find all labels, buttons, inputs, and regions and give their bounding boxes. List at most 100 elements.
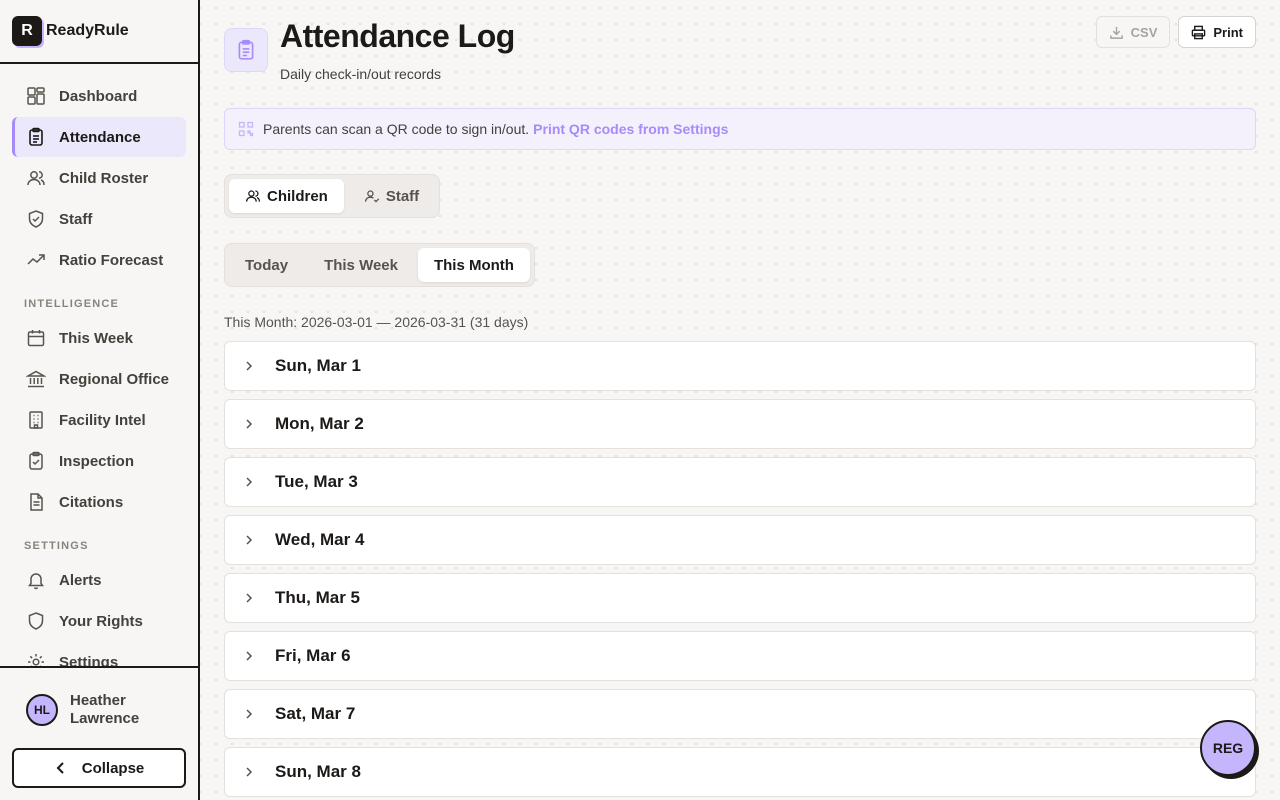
sidebar-item-regional-office[interactable]: Regional Office	[12, 359, 186, 399]
clipboard-icon	[29, 127, 43, 146]
brand[interactable]: R ReadyRule	[0, 0, 198, 64]
sidebar-item-dashboard[interactable]: Dashboard	[12, 76, 186, 116]
brand-name: ReadyRule	[46, 22, 129, 39]
chevron-right-icon	[246, 651, 253, 661]
chevron-right-icon	[246, 593, 253, 603]
bank-icon	[26, 370, 46, 388]
csv-export-button[interactable]: CSV	[1095, 16, 1171, 48]
user-profile[interactable]: HL Heather Lawrence	[0, 668, 198, 728]
sidebar-nav: Dashboard Attendance Child Roster Staff …	[12, 76, 186, 666]
users-icon	[27, 171, 45, 186]
users-icon	[245, 190, 261, 202]
sidebar-item-label: Your Rights	[59, 612, 143, 630]
day-label: Sun, Mar 8	[275, 762, 361, 781]
reg-floating-button[interactable]: REG	[1200, 720, 1256, 776]
collapse-label: Collapse	[81, 759, 145, 777]
qr-notice: Parents can scan a QR code to sign in/ou…	[224, 108, 1256, 150]
tab-today[interactable]: Today	[229, 248, 304, 282]
day-label: Tue, Mar 3	[275, 472, 358, 491]
main-content: Attendance Log Daily check-in/out record…	[224, 0, 1256, 800]
day-row[interactable]: Sat, Mar 7	[224, 689, 1256, 739]
day-row[interactable]: Sun, Mar 8	[224, 747, 1256, 797]
tab-staff[interactable]: Staff	[348, 179, 435, 213]
people-tabs: Children Staff	[224, 174, 441, 218]
chevron-right-icon	[246, 419, 253, 429]
gear-icon	[28, 654, 44, 666]
sidebar-item-your-rights[interactable]: Your Rights	[12, 601, 186, 641]
sidebar-item-child-roster[interactable]: Child Roster	[12, 158, 186, 198]
clipboard-check-icon	[29, 451, 43, 470]
chevron-right-icon	[246, 535, 253, 545]
document-icon	[30, 493, 43, 511]
brand-logo: R	[12, 16, 42, 46]
sidebar-item-staff[interactable]: Staff	[12, 199, 186, 239]
chevron-right-icon	[246, 361, 253, 371]
sidebar-item-label: Citations	[59, 493, 124, 511]
dashboard-icon	[27, 87, 45, 105]
day-row[interactable]: Fri, Mar 6	[224, 631, 1256, 681]
sidebar-item-this-week[interactable]: This Week	[12, 318, 186, 358]
sidebar-item-label: Alerts	[59, 571, 102, 589]
day-row[interactable]: Tue, Mar 3	[224, 457, 1256, 507]
avatar: HL	[26, 694, 58, 726]
sidebar-item-attendance[interactable]: Attendance	[12, 117, 186, 157]
day-label: Fri, Mar 6	[275, 646, 351, 665]
print-label: Print	[1213, 24, 1243, 40]
clipboard-icon	[238, 39, 254, 60]
csv-label: CSV	[1130, 24, 1158, 40]
page-subtitle: Daily check-in/out records	[280, 66, 442, 82]
page-header-icon	[224, 28, 268, 72]
trending-up-icon	[27, 254, 45, 265]
day-row[interactable]: Sun, Mar 1	[224, 341, 1256, 391]
tab-label: Staff	[385, 187, 420, 205]
chevron-right-icon	[246, 767, 253, 777]
qr-code-icon	[238, 121, 254, 137]
sidebar-item-citations[interactable]: Citations	[12, 482, 186, 522]
shield-check-icon	[28, 210, 44, 228]
sidebar-item-label: Staff	[59, 210, 93, 228]
page-title: Attendance Log	[280, 18, 515, 54]
chevron-right-icon	[246, 477, 253, 487]
day-row[interactable]: Wed, Mar 4	[224, 515, 1256, 565]
sidebar-item-label: This Week	[59, 329, 133, 347]
calendar-icon	[27, 330, 45, 347]
building-icon	[29, 411, 43, 429]
tab-children[interactable]: Children	[229, 179, 344, 213]
sidebar-item-facility-intel[interactable]: Facility Intel	[12, 400, 186, 440]
sidebar-item-ratio-forecast[interactable]: Ratio Forecast	[12, 240, 186, 280]
tab-this-week[interactable]: This Week	[308, 248, 414, 282]
bell-icon	[28, 573, 44, 590]
day-label: Sun, Mar 1	[275, 356, 361, 375]
tab-this-month[interactable]: This Month	[417, 248, 530, 282]
day-label: Thu, Mar 5	[275, 588, 361, 607]
day-label: Sat, Mar 7	[275, 704, 356, 723]
notice-text: Parents can scan a QR code to sign in/ou…	[263, 121, 530, 137]
collapse-button[interactable]: Collapse	[12, 748, 186, 788]
day-row[interactable]: Mon, Mar 2	[224, 399, 1256, 449]
user-check-icon	[364, 190, 380, 203]
printer-icon	[1192, 25, 1206, 39]
sidebar-item-label: Child Roster	[59, 169, 149, 187]
sidebar-item-settings[interactable]: Settings	[12, 642, 186, 666]
user-area: HL Heather Lawrence Collapse	[0, 666, 198, 800]
sidebar-item-alerts[interactable]: Alerts	[12, 560, 186, 600]
chevron-right-icon	[246, 709, 253, 719]
sidebar-item-inspection[interactable]: Inspection	[12, 441, 186, 481]
date-range-text: This Month: 2026-03-01 — 2026-03-31 (31 …	[224, 314, 529, 330]
sidebar-item-label: Facility Intel	[59, 411, 146, 429]
shield-icon	[28, 612, 44, 630]
header-actions: CSV Print	[1095, 16, 1256, 48]
download-icon	[1109, 26, 1123, 39]
day-label: Wed, Mar 4	[275, 530, 365, 549]
chevron-left-icon	[56, 762, 64, 774]
user-name: Heather Lawrence	[70, 692, 140, 727]
sidebar: R ReadyRule Dashboard Attendance Child R…	[0, 0, 200, 800]
sidebar-item-label: Inspection	[59, 452, 135, 470]
sidebar-item-label: Settings	[59, 653, 119, 667]
nav-section-settings: SETTINGS	[24, 540, 89, 552]
sidebar-item-label: Dashboard	[59, 87, 138, 105]
sidebar-item-label: Attendance	[59, 128, 141, 146]
print-button[interactable]: Print	[1178, 16, 1256, 48]
day-row[interactable]: Thu, Mar 5	[224, 573, 1256, 623]
print-qr-link[interactable]: Print QR codes from Settings	[533, 121, 728, 137]
